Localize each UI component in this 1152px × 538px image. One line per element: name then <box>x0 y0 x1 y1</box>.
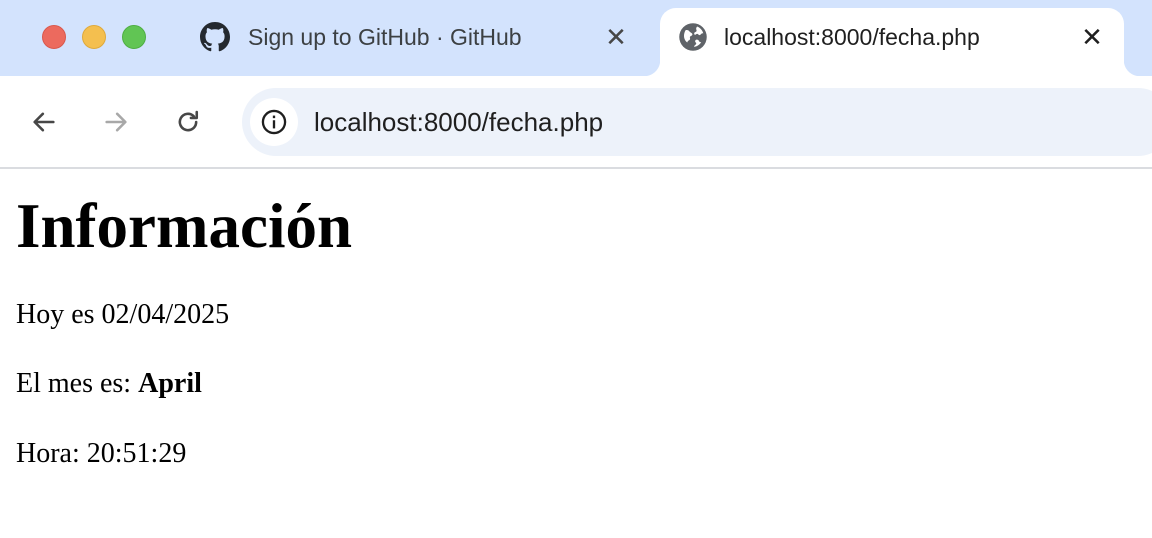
tab-strip: Sign up to GitHub · GitHub ✕ localhost:8… <box>0 0 1152 76</box>
page-content: Información Hoy es 02/04/2025 El mes es:… <box>0 188 1152 471</box>
close-tab-icon[interactable]: ✕ <box>1080 24 1104 50</box>
tab-title: Sign up to GitHub · GitHub <box>248 24 522 50</box>
arrow-right-icon <box>105 112 127 132</box>
date-label: Hoy es <box>16 299 102 330</box>
back-button[interactable] <box>22 100 66 144</box>
date-value: 02/04/2025 <box>101 299 230 330</box>
tab-github-signup[interactable]: Sign up to GitHub · GitHub ✕ <box>180 8 640 76</box>
tab-localhost-fecha[interactable]: localhost:8000/fecha.php ✕ <box>644 8 1140 76</box>
tab-title: localhost:8000/fecha.php <box>724 24 980 50</box>
reload-button[interactable] <box>166 100 210 144</box>
close-window-button[interactable] <box>42 25 66 49</box>
date-line: Hoy es 02/04/2025 <box>16 298 1136 332</box>
address-bar[interactable]: localhost:8000/fecha.php <box>242 88 1152 156</box>
month-line: El mes es: April <box>16 367 1136 401</box>
month-value: April <box>138 368 202 399</box>
globe-icon <box>678 22 708 52</box>
time-line: Hora: 20:51:29 <box>16 437 1136 471</box>
site-info-button[interactable] <box>250 98 298 146</box>
arrow-left-icon <box>33 112 55 132</box>
reload-icon <box>178 110 199 132</box>
browser-toolbar: localhost:8000/fecha.php <box>0 76 1152 169</box>
window-controls <box>42 25 146 49</box>
time-value: 20:51:29 <box>86 438 187 469</box>
maximize-window-button[interactable] <box>122 25 146 49</box>
info-icon <box>261 109 287 135</box>
url-text: localhost:8000/fecha.php <box>314 107 604 137</box>
month-label: El mes es: <box>16 368 139 399</box>
close-tab-icon[interactable]: ✕ <box>604 24 628 50</box>
page-title: Información <box>16 191 352 261</box>
minimize-window-button[interactable] <box>82 25 106 49</box>
time-label: Hora: <box>16 438 87 469</box>
forward-button[interactable] <box>94 100 138 144</box>
github-icon <box>200 22 230 52</box>
